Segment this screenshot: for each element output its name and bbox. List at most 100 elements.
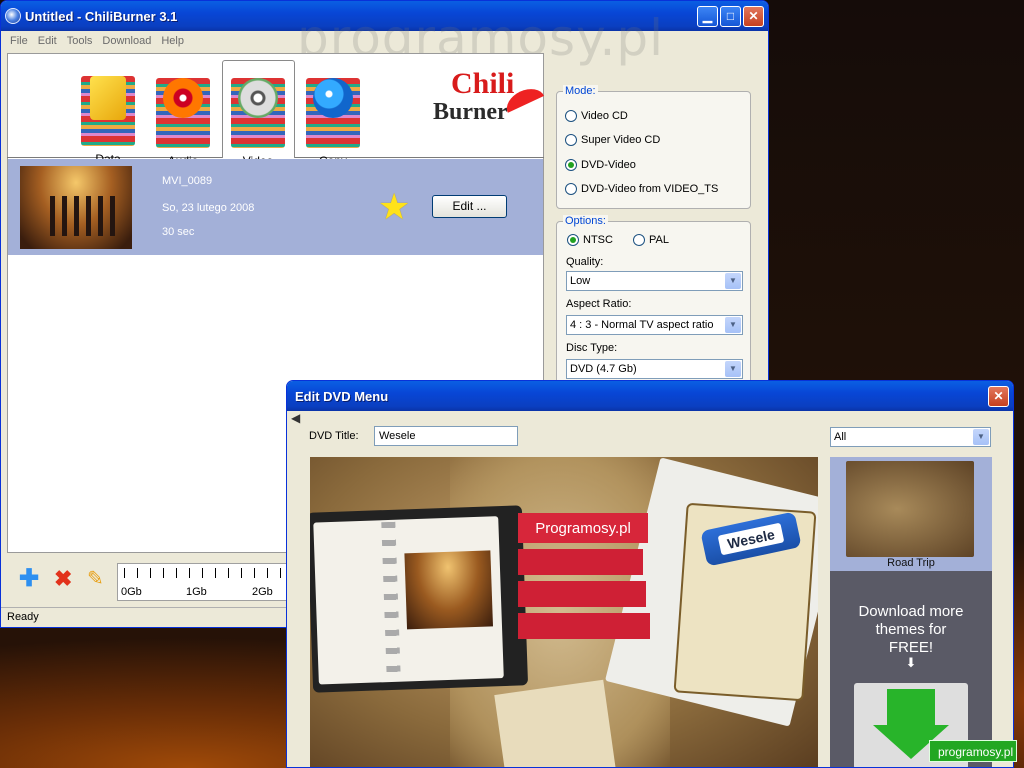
theme-road-trip-thumbnail [846, 461, 974, 557]
mode-super-video-cd[interactable]: Super Video CD [565, 134, 661, 147]
programosy-badge[interactable]: programosy.pl [929, 740, 1017, 762]
folder-icon [90, 76, 126, 120]
copy-tab-image [306, 78, 360, 148]
edit-dvd-menu-dialog: Edit DVD Menu ✕ ◀ DVD Title: Wesele All ▼… [286, 380, 1014, 768]
quality-dropdown-icon[interactable]: ▼ [725, 273, 741, 289]
themes-panel: Road Trip Download more themes for FREE!… [830, 457, 992, 767]
map-page-bottom [494, 679, 616, 767]
preview-banner: Programosy.pl [518, 513, 648, 543]
options-title: Options: [563, 215, 608, 227]
dvd-title-label: DVD Title: [309, 430, 359, 442]
theme-road-trip[interactable]: Road Trip [830, 457, 992, 571]
menu-download[interactable]: Download [97, 35, 156, 47]
mode-dvd-ts-radio[interactable] [565, 183, 577, 196]
menu-edit[interactable]: Edit [33, 35, 62, 47]
pencil-icon[interactable]: ✎ [87, 567, 104, 591]
mode-video-cd-label: Video CD [581, 110, 628, 122]
theme-filter-dropdown-icon[interactable]: ▼ [973, 429, 989, 445]
maximize-icon: □ [726, 9, 735, 23]
audio-tab-image [156, 78, 210, 148]
pal-label: PAL [649, 234, 669, 246]
tab-audio[interactable]: Audio [153, 63, 213, 168]
album-photo [404, 550, 494, 630]
minimize-icon: ▁ [702, 9, 713, 23]
speaker-icon[interactable]: ◀ [291, 411, 300, 425]
edit-button[interactable]: Edit ... [432, 195, 507, 218]
preview-banner-text: Programosy.pl [535, 519, 631, 537]
mode-video-cd[interactable]: Video CD [565, 110, 628, 123]
aspect-label: Aspect Ratio: [566, 298, 632, 310]
download-arrow-icon [887, 689, 935, 725]
mode-dvd-video-ts[interactable]: DVD-Video from VIDEO_TS [565, 183, 719, 196]
video-tab-image [231, 78, 285, 148]
tab-video[interactable]: Video [228, 63, 288, 168]
options-group: Options: NTSC PAL Quality: Low ▼ Aspect R… [556, 215, 751, 391]
menu-tools[interactable]: Tools [62, 35, 98, 47]
theme-filter-select[interactable]: All ▼ [830, 427, 991, 447]
data-tab-image [81, 76, 135, 146]
red-menu-tab-2[interactable] [518, 581, 646, 607]
download-themes-text[interactable]: Download more themes for FREE! [858, 603, 964, 657]
ruler-label-2: 2Gb [252, 586, 273, 598]
mode-dvd-ts-label: DVD-Video from VIDEO_TS [581, 183, 719, 195]
dialog-title: Edit DVD Menu [295, 388, 389, 404]
disc-label: Disc Type: [566, 342, 618, 354]
red-menu-tab-3[interactable] [518, 613, 650, 639]
dialog-close-button[interactable]: ✕ [988, 385, 1009, 407]
tv-ntsc[interactable]: NTSC [567, 234, 613, 247]
dialog-title-bar[interactable]: Edit DVD Menu ✕ [287, 381, 1013, 411]
film-reel-icon [238, 78, 278, 118]
mode-dvd-video-label: DVD-Video [581, 159, 636, 171]
close-icon: ✕ [748, 9, 759, 23]
theme-filter-value: All [834, 431, 847, 443]
album-book [310, 505, 529, 693]
quality-select[interactable]: Low ▼ [566, 271, 743, 291]
clip-name: MVI_0089 [162, 175, 213, 187]
clip-duration: 30 sec [162, 226, 195, 238]
ruler-label-1: 1Gb [186, 586, 207, 598]
clip-date: So, 23 lutego 2008 [162, 202, 255, 214]
mode-dvd-video-radio[interactable] [565, 159, 577, 172]
aspect-select[interactable]: 4 : 3 - Normal TV aspect ratio ▼ [566, 315, 743, 335]
red-menu-tab-1[interactable] [518, 549, 643, 575]
logo-chili: Chili [451, 67, 515, 100]
disc-value: DVD (4.7 Gb) [570, 363, 637, 375]
aspect-dropdown-icon[interactable]: ▼ [725, 317, 741, 333]
wesele-tag-text: Wesele [717, 522, 785, 556]
mode-group: Mode: Video CD Super Video CD DVD-Video … [556, 85, 751, 209]
dvd-menu-preview: Wesele Programosy.pl [310, 457, 818, 767]
clip-row[interactable]: MVI_0089 So, 23 lutego 2008 30 sec ★ Edi… [8, 159, 543, 255]
menu-help[interactable]: Help [156, 35, 189, 47]
download-arrow-small-icon: ⬇ [905, 655, 917, 670]
mode-svcd-radio[interactable] [565, 134, 577, 147]
tab-data[interactable]: Data [78, 63, 138, 166]
tv-pal[interactable]: PAL [633, 234, 669, 247]
status-text: Ready [7, 611, 39, 623]
quality-value: Low [570, 275, 591, 287]
chiliburner-logo: Chili Burner [433, 67, 545, 137]
delete-icon[interactable]: ✖ [54, 567, 72, 591]
logo-burner: Burner [433, 99, 508, 125]
dvd-title-input[interactable]: Wesele [374, 426, 518, 446]
app-icon[interactable] [5, 8, 21, 24]
mode-video-cd-radio[interactable] [565, 110, 577, 123]
mode-dvd-video[interactable]: DVD-Video [565, 159, 636, 172]
ntsc-radio[interactable] [567, 234, 579, 247]
copy-disc-icon [313, 78, 353, 118]
ruler-label-0: 0Gb [121, 586, 142, 598]
mode-svcd-label: Super Video CD [581, 134, 661, 146]
mode-title: Mode: [563, 85, 598, 97]
disc-dropdown-icon[interactable]: ▼ [725, 361, 741, 377]
disc-select[interactable]: DVD (4.7 Gb) ▼ [566, 359, 743, 379]
close-button[interactable]: ✕ [743, 5, 764, 27]
menu-file[interactable]: File [5, 35, 33, 47]
add-icon[interactable]: ✚ [19, 567, 39, 591]
ntsc-label: NTSC [583, 234, 613, 246]
star-icon[interactable]: ★ [378, 189, 410, 225]
maximize-button[interactable]: □ [720, 5, 741, 27]
minimize-button[interactable]: ▁ [697, 5, 718, 27]
music-disc-icon [163, 78, 203, 118]
pal-radio[interactable] [633, 234, 645, 247]
clip-thumbnail [20, 166, 132, 249]
tab-copy[interactable]: Copy [303, 63, 363, 168]
